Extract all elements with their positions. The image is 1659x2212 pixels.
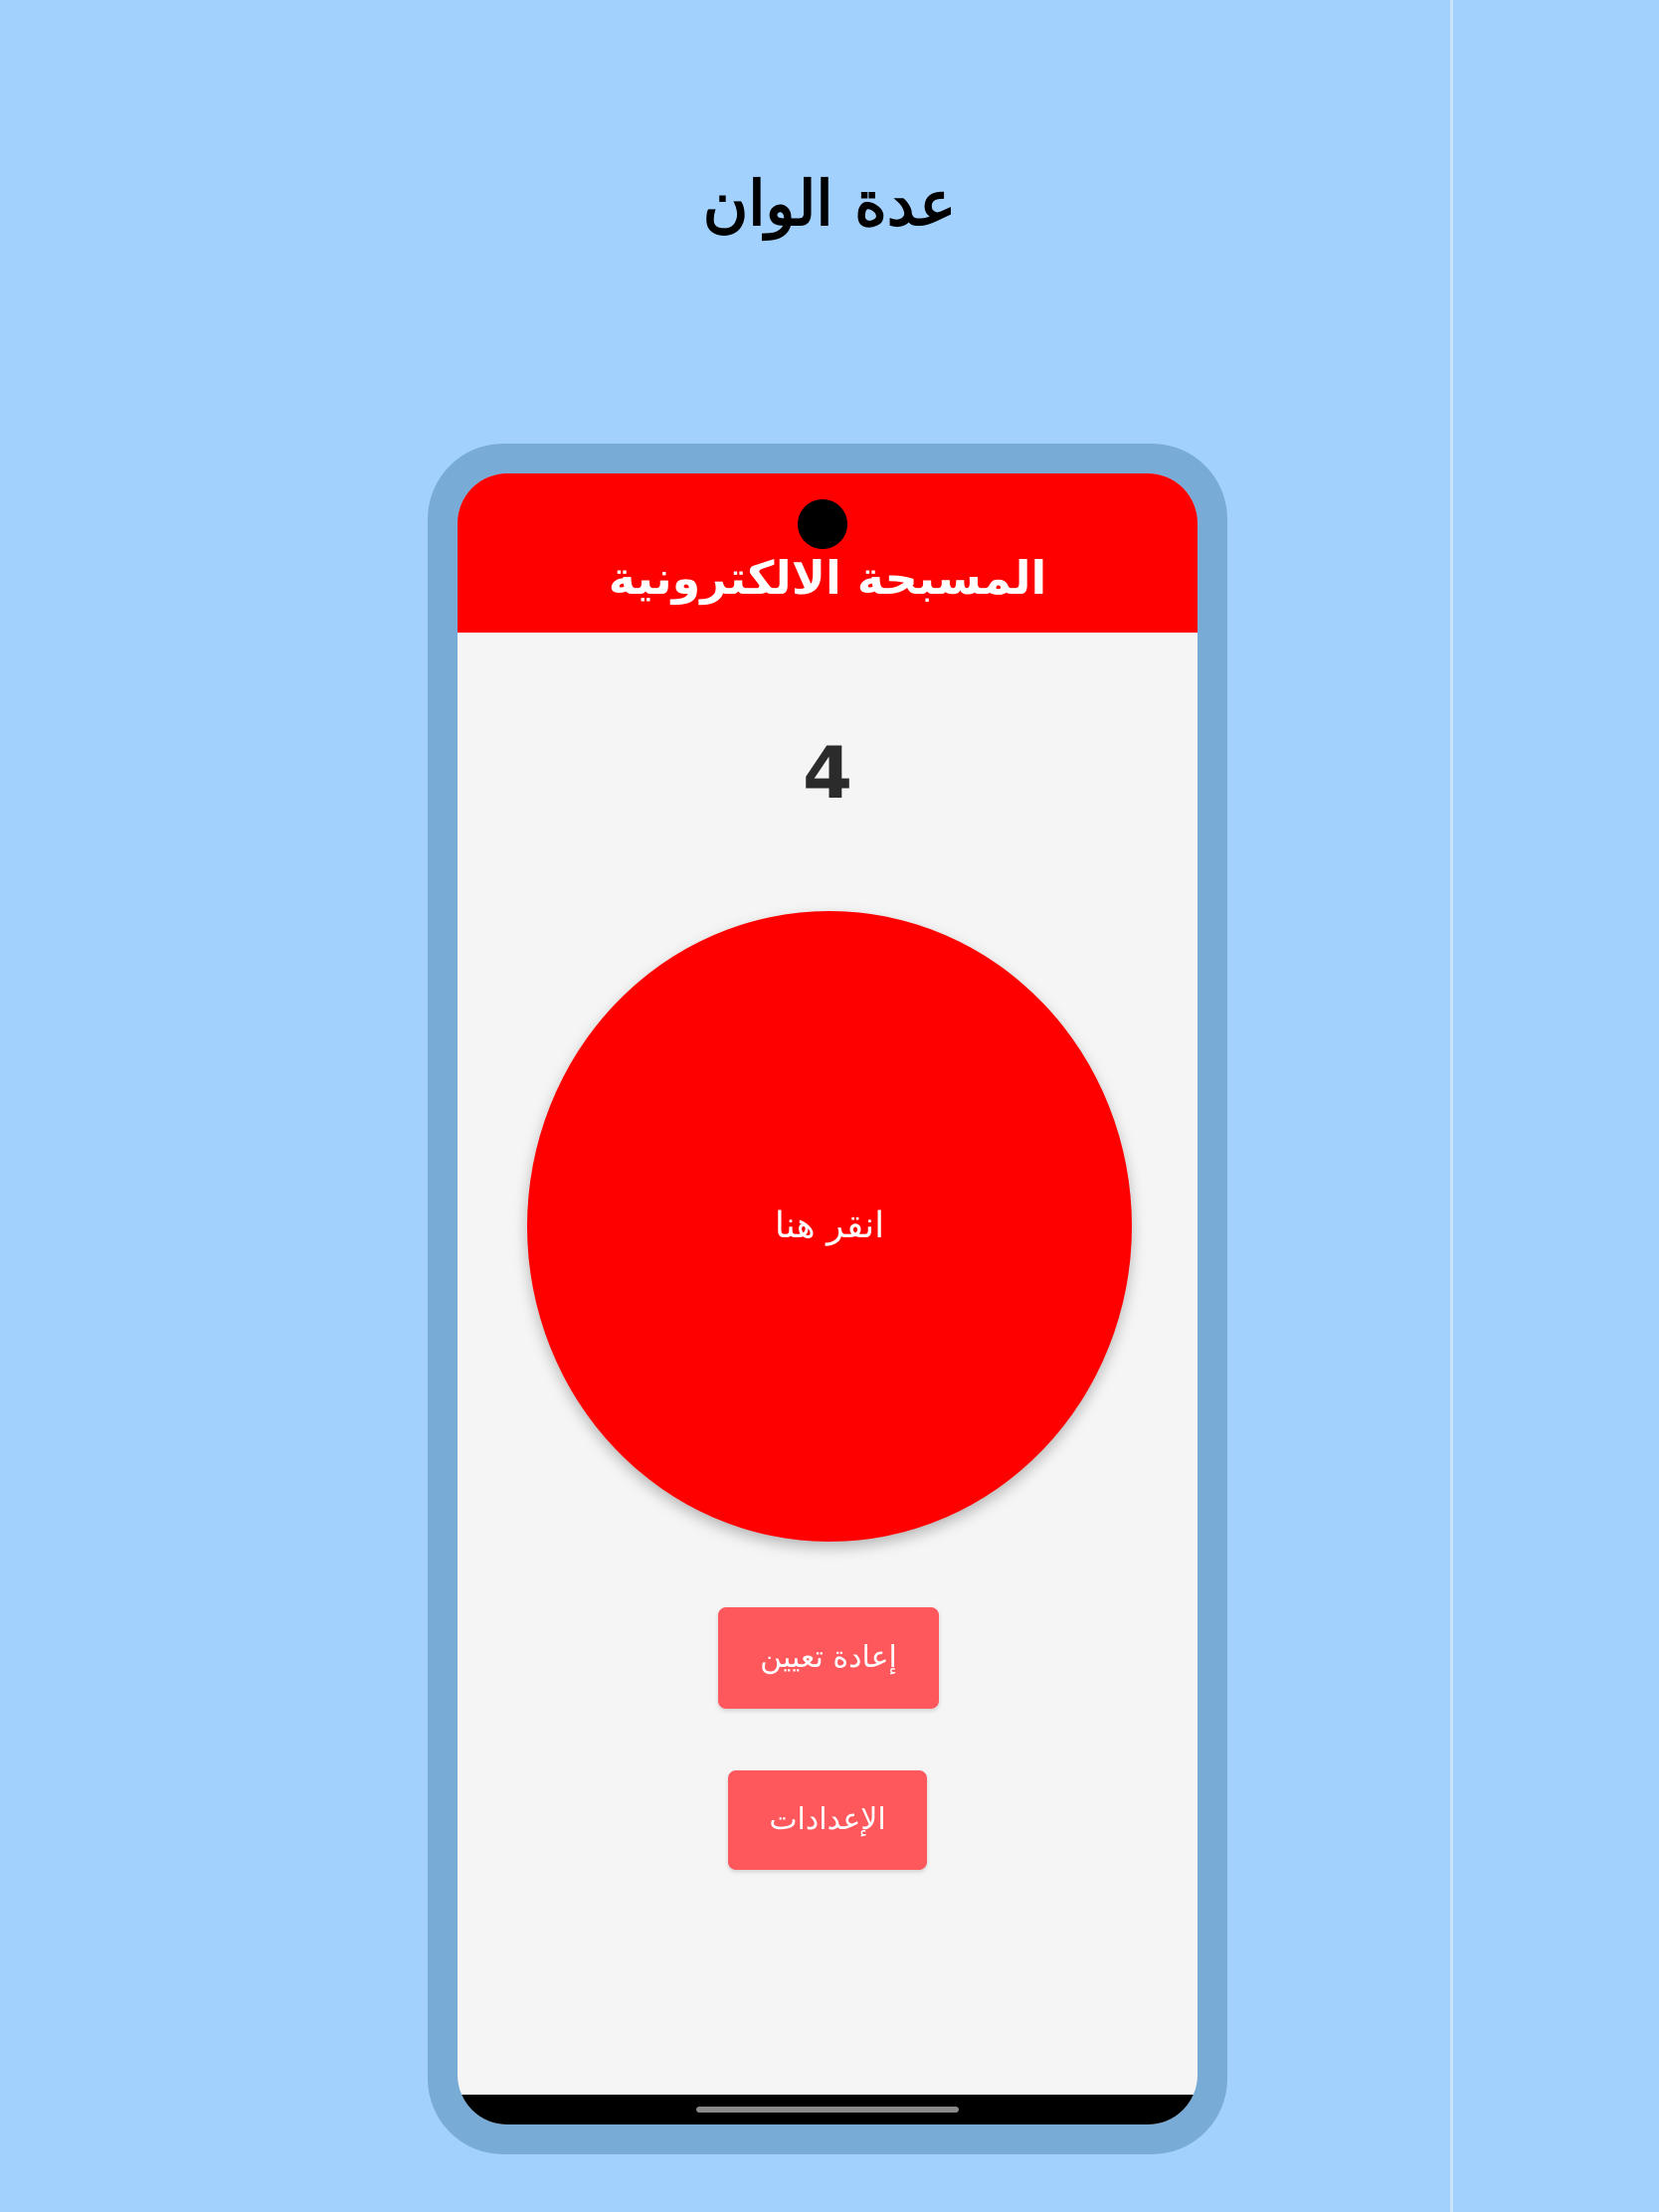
tap-button-label: انقر هنا bbox=[774, 1205, 885, 1246]
tap-button[interactable]: انقر هنا bbox=[527, 911, 1132, 1542]
system-nav-bar bbox=[458, 2095, 1198, 2124]
tasbih-counter: 4 bbox=[802, 731, 853, 815]
page-title: عدة الوان bbox=[702, 167, 957, 240]
right-divider bbox=[1450, 0, 1453, 2212]
settings-button[interactable]: الإعدادات bbox=[728, 1770, 927, 1870]
phone-screen: المسبحة الالكترونية 4 انقر هنا إعادة تعي… bbox=[458, 473, 1198, 2124]
home-indicator[interactable] bbox=[696, 2107, 959, 2113]
app-title: المسبحة الالكترونية bbox=[608, 551, 1047, 605]
app-bar: المسبحة الالكترونية bbox=[458, 473, 1198, 633]
camera-cutout bbox=[798, 499, 847, 549]
reset-button[interactable]: إعادة تعيين bbox=[718, 1607, 939, 1709]
phone-mockup: المسبحة الالكترونية 4 انقر هنا إعادة تعي… bbox=[428, 444, 1227, 2154]
